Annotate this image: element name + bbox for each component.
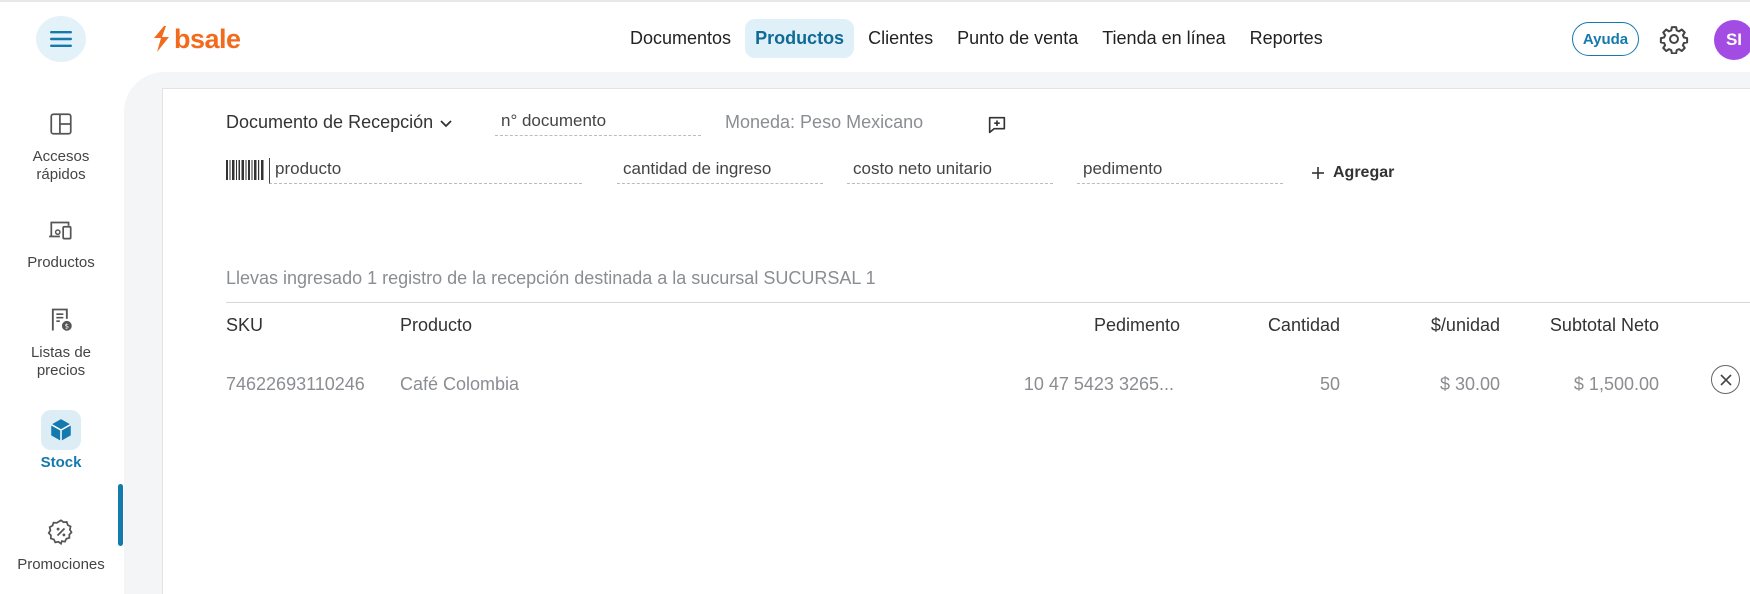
remove-row-button[interactable] [1711, 365, 1740, 394]
sidebar-item-accesos-rapidos[interactable]: Accesos rápidos [0, 104, 122, 184]
nav-tienda-en-linea[interactable]: Tienda en línea [1092, 19, 1235, 58]
bsale-logo[interactable]: bsale [152, 24, 241, 54]
sidebar-item-stock[interactable]: Stock [0, 410, 122, 472]
add-comment-button[interactable] [986, 114, 1008, 136]
cell-pedimento: 10 47 5423 3265... [1023, 374, 1174, 394]
column-header-precio-unidad: $/unidad [1430, 315, 1500, 335]
sidebar-item-listas-de-precios[interactable]: $ Listas de precios [0, 300, 122, 380]
active-item-indicator [118, 484, 123, 546]
currency-label: Moneda: Peso Mexicano [725, 112, 924, 132]
bsale-logo-icon [154, 26, 169, 52]
cell-precio-unidad: $ 30.00 [1439, 374, 1500, 394]
discount-badge-icon [41, 512, 81, 552]
plus-icon [1312, 167, 1324, 179]
document-number-field[interactable]: n° documento [495, 110, 701, 136]
sidebar-item-label: Productos [27, 254, 95, 271]
add-item-button[interactable]: Agregar [1311, 164, 1394, 182]
main-nav: Documentos Productos Clientes Punto de v… [620, 19, 1333, 58]
sidebar-item-label: Promociones [17, 556, 105, 573]
layout-grid-icon [41, 104, 81, 144]
close-icon [1719, 373, 1732, 386]
nav-documentos[interactable]: Documentos [620, 19, 741, 58]
cell-sku: 74622693110246 [226, 374, 365, 394]
reception-summary-text: Llevas ingresado 1 registro de la recepc… [226, 268, 876, 288]
price-list-icon: $ [41, 300, 81, 340]
help-button[interactable]: Ayuda [1572, 22, 1639, 56]
nav-productos[interactable]: Productos [745, 19, 855, 58]
add-comment-icon [988, 116, 1006, 134]
sidebar-item-promociones[interactable]: Promociones [0, 512, 122, 574]
cell-producto: Café Colombia [400, 374, 520, 394]
column-header-cantidad: Cantidad [1267, 315, 1340, 335]
user-avatar[interactable]: SI [1714, 20, 1750, 60]
column-header-sku: SKU [226, 315, 264, 335]
box-icon [41, 410, 81, 450]
product-input[interactable]: producto [269, 158, 582, 184]
document-type-select[interactable]: Documento de Recepción [226, 112, 453, 133]
cell-cantidad: 50 [1319, 374, 1340, 394]
document-type-value: Documento de Recepción [226, 112, 434, 132]
column-header-producto: Producto [400, 315, 473, 335]
gear-icon [1659, 26, 1689, 55]
barcode-scan-icon[interactable] [226, 160, 266, 184]
sidebar-item-label: Accesos rápidos [32, 148, 90, 183]
unit-cost-input[interactable]: costo neto unitario [847, 158, 1053, 184]
sidebar-item-productos[interactable]: Productos [0, 210, 122, 272]
quantity-input[interactable]: cantidad de ingreso [617, 158, 823, 184]
column-header-subtotal-neto: Subtotal Neto [1549, 315, 1659, 335]
column-header-pedimento: Pedimento [1093, 315, 1180, 335]
sidebar-item-label: Stock [40, 454, 82, 471]
nav-reportes[interactable]: Reportes [1240, 19, 1333, 58]
cell-subtotal-neto: $ 1,500.00 [1573, 374, 1659, 394]
pedimento-input[interactable]: pedimento [1077, 158, 1283, 184]
devices-icon [41, 210, 81, 250]
table-divider [226, 302, 1750, 303]
hamburger-menu-icon [50, 31, 72, 47]
hamburger-menu-button[interactable] [36, 16, 86, 62]
logo-text: bsale [174, 24, 241, 54]
sidebar-item-label: Listas de precios [30, 344, 92, 379]
nav-punto-de-venta[interactable]: Punto de venta [947, 19, 1088, 58]
svg-text:$: $ [65, 323, 69, 331]
chevron-down-icon [440, 119, 452, 127]
add-item-label: Agregar [1333, 164, 1395, 181]
top-bar: bsale Documentos Productos Clientes Punt… [0, 0, 1750, 74]
nav-clientes[interactable]: Clientes [858, 19, 943, 58]
sidebar: Accesos rápidos Productos $ Listas de pr… [0, 74, 124, 594]
settings-button[interactable] [1659, 24, 1689, 55]
